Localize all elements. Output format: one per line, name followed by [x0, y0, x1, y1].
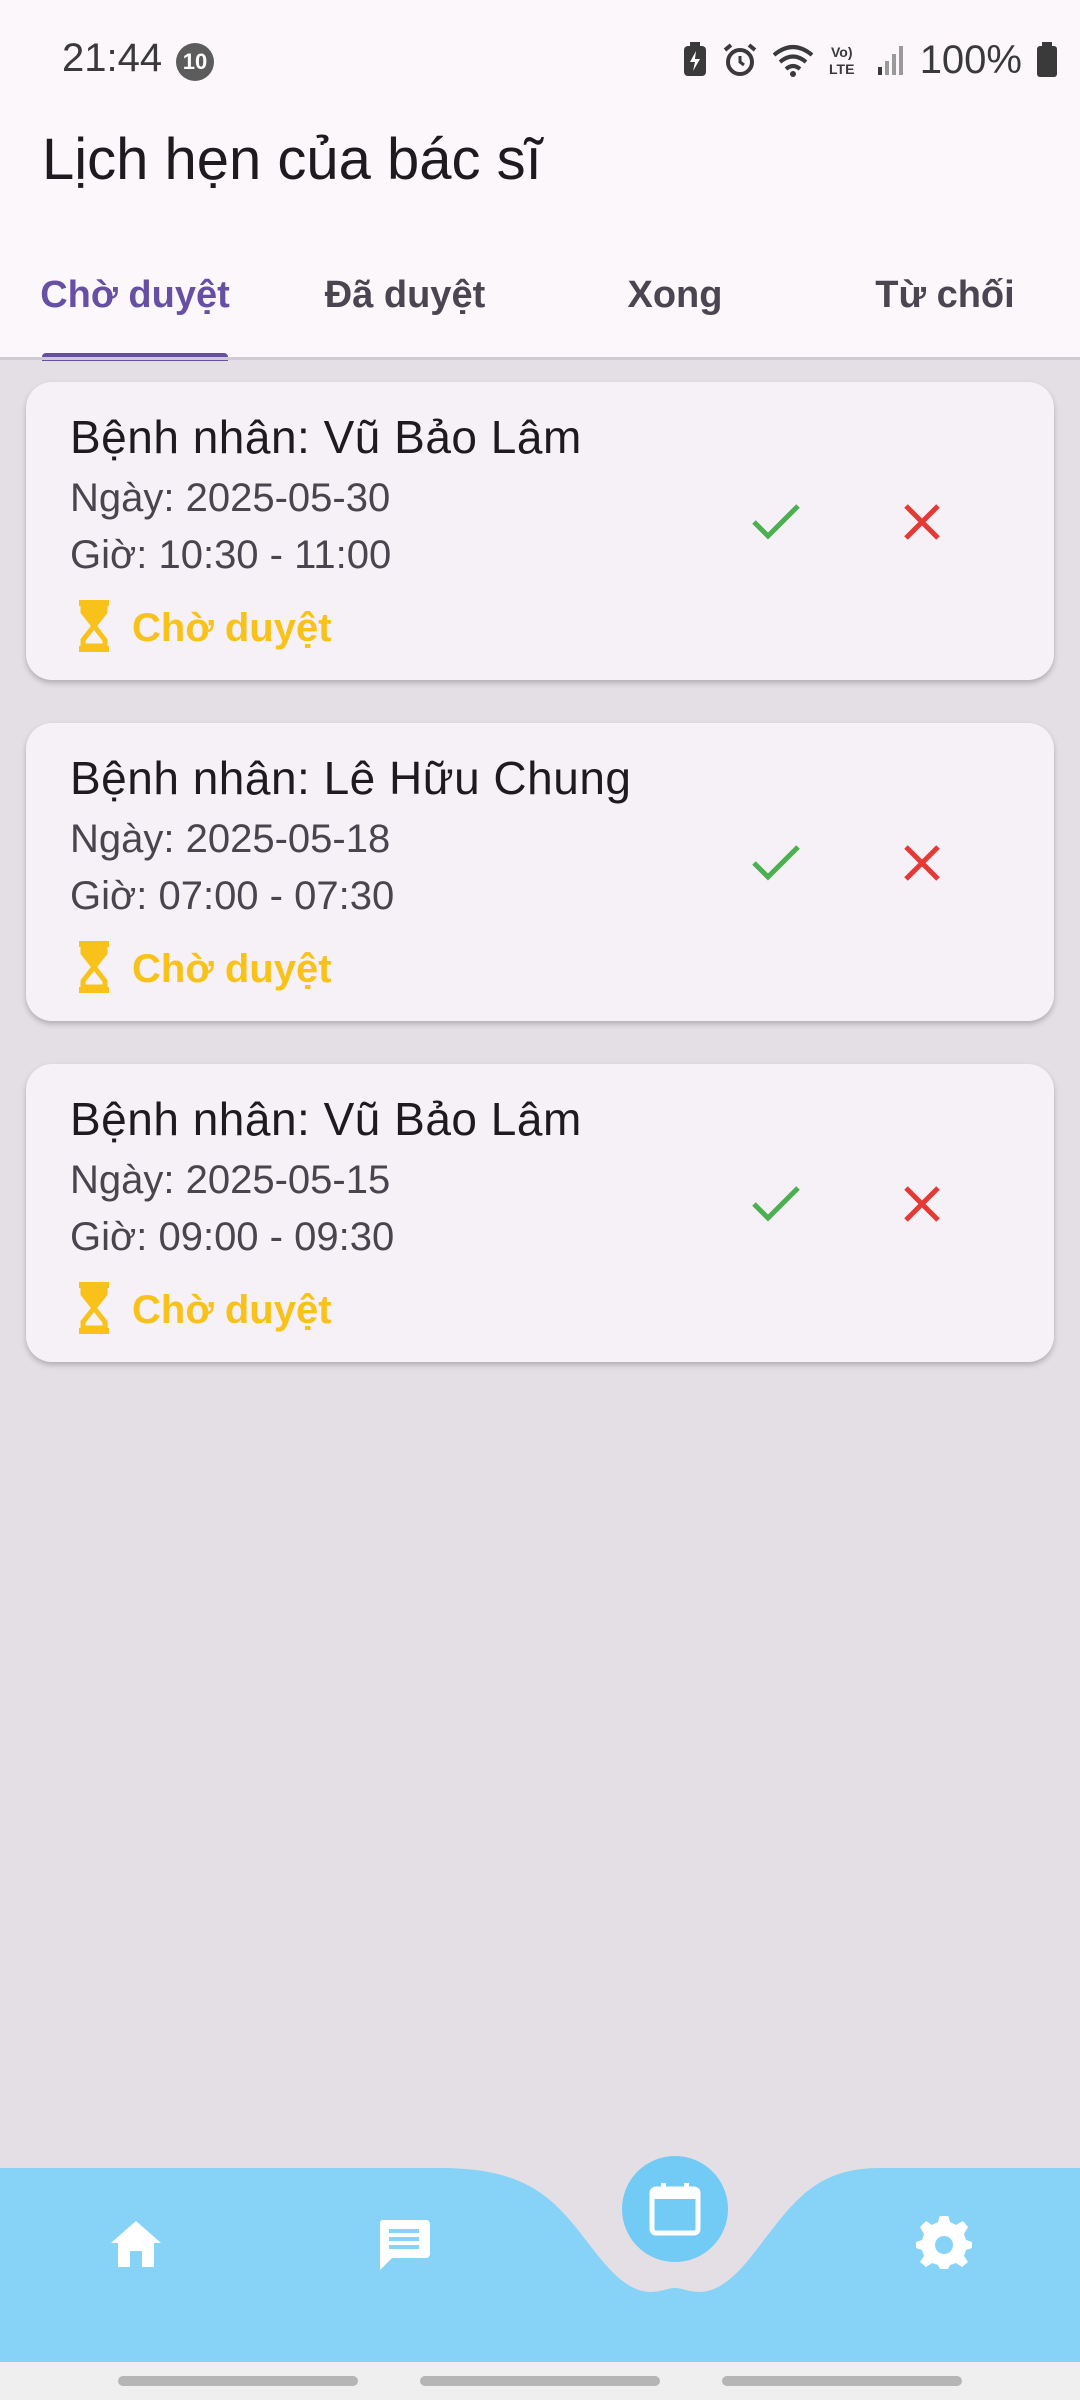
chat-icon: [379, 2220, 430, 2270]
hourglass-icon: [76, 599, 112, 657]
volte-icon: Vo) LTE: [828, 42, 862, 78]
nav-settings[interactable]: [908, 2208, 980, 2280]
appointment-date: Ngày: 2025-05-18: [70, 817, 391, 861]
signal-icon: [876, 43, 906, 77]
status-text: Chờ duyệt: [132, 946, 332, 991]
status-badge: Chờ duyệt: [76, 599, 332, 657]
calendar-icon: [649, 2183, 701, 2236]
page-title: Lịch hẹn của bác sĩ: [42, 127, 542, 192]
hourglass-icon: [76, 940, 112, 998]
hourglass-icon: [76, 1281, 112, 1339]
wifi-icon: [772, 43, 814, 77]
close-icon: [904, 1186, 940, 1222]
system-nav-back[interactable]: [722, 2376, 962, 2386]
reject-button[interactable]: [892, 1174, 952, 1234]
system-nav-recent[interactable]: [118, 2376, 358, 2386]
status-time: 21:44: [62, 36, 163, 80]
tab-approved[interactable]: Đã duyệt: [270, 256, 540, 356]
settings-icon: [916, 2216, 972, 2269]
bottom-navigation-bar: [0, 2168, 1080, 2362]
nav-calendar-button[interactable]: [622, 2156, 728, 2262]
svg-text:LTE: LTE: [829, 61, 854, 77]
reject-button[interactable]: [892, 833, 952, 893]
system-nav-home[interactable]: [420, 2376, 660, 2386]
status-icons: Vo) LTE 100%: [682, 36, 1058, 84]
tab-divider: [0, 357, 1080, 360]
tab-bar: Chờ duyệt Đã duyệt Xong Từ chối: [0, 256, 1080, 356]
patient-name: Bệnh nhân: Lê Hữu Chung: [70, 752, 632, 804]
appointment-time: Giờ: 09:00 - 09:30: [70, 1215, 395, 1259]
home-icon: [111, 2221, 161, 2267]
check-icon: [752, 1186, 800, 1222]
status-badge: Chờ duyệt: [76, 1281, 332, 1339]
tab-rejected[interactable]: Từ chối: [810, 256, 1080, 356]
approve-button[interactable]: [746, 492, 806, 552]
appointment-card[interactable]: Bệnh nhân: Lê Hữu Chung Ngày: 2025-05-18…: [26, 723, 1054, 1021]
svg-text:Vo): Vo): [831, 44, 853, 60]
notification-count-badge: 10: [176, 43, 214, 81]
close-icon: [904, 845, 940, 881]
appointment-date: Ngày: 2025-05-15: [70, 1158, 391, 1202]
check-icon: [752, 845, 800, 881]
approve-button[interactable]: [746, 833, 806, 893]
appointment-card[interactable]: Bệnh nhân: Vũ Bảo Lâm Ngày: 2025-05-30 G…: [26, 382, 1054, 680]
status-badge: Chờ duyệt: [76, 940, 332, 998]
nav-home[interactable]: [100, 2208, 172, 2280]
alarm-icon: [722, 42, 758, 78]
status-text: Chờ duyệt: [132, 605, 332, 650]
approve-button[interactable]: [746, 1174, 806, 1234]
check-icon: [752, 504, 800, 540]
battery-icon: [1036, 42, 1058, 78]
tab-pending[interactable]: Chờ duyệt: [0, 256, 270, 356]
reject-button[interactable]: [892, 492, 952, 552]
appointment-time: Giờ: 10:30 - 11:00: [70, 533, 392, 577]
patient-name: Bệnh nhân: Vũ Bảo Lâm: [70, 1093, 582, 1145]
appointment-card[interactable]: Bệnh nhân: Vũ Bảo Lâm Ngày: 2025-05-15 G…: [26, 1064, 1054, 1362]
status-text: Chờ duyệt: [132, 1287, 332, 1332]
app-bar: 21:44 10 Vo) LTE 100% Lịch hẹn của bác s…: [0, 0, 1080, 357]
appointment-date: Ngày: 2025-05-30: [70, 476, 391, 520]
patient-name: Bệnh nhân: Vũ Bảo Lâm: [70, 411, 582, 463]
battery-percentage: 100%: [919, 37, 1022, 82]
appointment-time: Giờ: 07:00 - 07:30: [70, 874, 395, 918]
battery-saver-icon: [682, 42, 708, 78]
tab-done[interactable]: Xong: [540, 256, 810, 356]
close-icon: [904, 504, 940, 540]
nav-chat[interactable]: [368, 2208, 440, 2280]
status-bar: 21:44 10 Vo) LTE 100%: [0, 0, 1080, 120]
